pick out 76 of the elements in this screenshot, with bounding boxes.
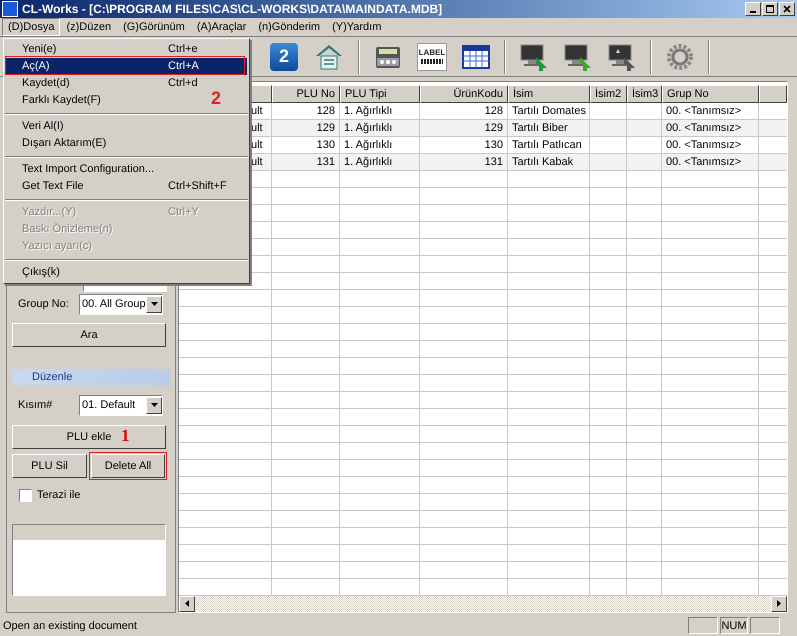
menu-entry[interactable]: Yeni(e) Ctrl+e <box>6 41 247 58</box>
table-cell-text: Tartılı Biber <box>512 120 568 136</box>
status-panel <box>688 617 718 634</box>
menu-entry[interactable]: Get Text File Ctrl+Shift+F <box>6 178 247 195</box>
menu-item[interactable]: (z)Düzen <box>60 18 118 36</box>
table-cell-text: 128 <box>316 104 335 119</box>
table-cell-text: 129 <box>484 120 503 136</box>
label-icon[interactable]: LABEL <box>417 42 447 71</box>
column-header[interactable]: ÜrünKodu <box>420 84 508 103</box>
column-header[interactable]: PLU Tipi <box>340 84 420 103</box>
menu-item[interactable]: (n)Gönderim <box>252 18 326 36</box>
section-select[interactable]: 01. Default <box>79 394 163 416</box>
menu-entry[interactable]: Aç(A) Ctrl+A <box>6 58 247 75</box>
table-cell-text: Tartılı Kabak <box>512 154 574 170</box>
section-header: Düzenle <box>12 368 170 385</box>
maximize-button[interactable] <box>762 2 778 16</box>
menu-entry[interactable]: Dışarı Aktarım(E) <box>6 135 176 152</box>
checkbox-label: Terazi ile <box>37 488 80 503</box>
table-cell-text: 00. <Tanımsız> <box>666 138 742 153</box>
delete-all-button[interactable]: Delete All <box>91 454 165 478</box>
table-cell-text: 00. <Tanımsız> <box>666 154 742 170</box>
menu-item[interactable]: (A)Araçlar <box>190 18 252 36</box>
field-label: Group No: <box>17 297 70 312</box>
table-cell-text: 00. <Tanımsız> <box>666 120 742 136</box>
menu-item[interactable]: (Y)Yardım <box>326 18 388 36</box>
house-icon[interactable] <box>314 42 344 71</box>
table-cell-text: 128 <box>484 104 503 119</box>
column-header[interactable]: İsim3 <box>627 84 662 103</box>
status-indicator: NUM <box>720 617 748 634</box>
table-cell-text: 129 <box>316 120 335 136</box>
checkbox[interactable] <box>19 488 32 502</box>
column-header[interactable]: İsim2 <box>590 84 627 103</box>
table-cell-text: Tartılı Patlıcan <box>512 138 582 153</box>
search-button[interactable]: Ara <box>12 322 166 347</box>
scroll-left-icon[interactable] <box>179 596 195 612</box>
table-cell-text: 00. <Tanımsız> <box>666 104 742 119</box>
horizontal-scrollbar[interactable] <box>179 596 787 612</box>
monitor-icon[interactable] <box>519 42 549 71</box>
close-icon <box>783 5 791 14</box>
status-text: Open an existing document <box>3 618 138 634</box>
table-cell-text: 1. Ağırlıklı <box>344 154 392 170</box>
menu-entry[interactable]: Veri Al(I) <box>6 118 176 135</box>
table-cell-text: 131 <box>484 154 503 170</box>
delete-button[interactable]: PLU Sil <box>12 454 87 478</box>
column-header[interactable]: PLU No <box>272 84 340 103</box>
maximize-icon <box>766 5 774 14</box>
field-label: Kısım# <box>17 398 54 414</box>
menu-entry[interactable]: Farklı Kaydet(F) <box>6 92 176 109</box>
column-header[interactable]: Grup No <box>662 84 759 103</box>
menu-entry[interactable]: Text Import Configuration... <box>6 161 176 178</box>
table-cell-text: 1. Ağırlıklı <box>344 138 392 153</box>
status-panel <box>750 617 780 634</box>
monitor-icon[interactable] <box>563 42 593 71</box>
group-select[interactable]: 00. All Group <box>79 294 163 315</box>
table-cell-text: 130 <box>484 138 503 153</box>
table-cell-text: Tartılı Domates <box>512 104 586 119</box>
menu-entry[interactable]: Çıkış(k) <box>6 264 176 281</box>
gear-icon[interactable] <box>666 42 694 71</box>
grid-icon[interactable] <box>462 44 490 69</box>
minimize-button[interactable] <box>745 2 761 16</box>
column-header[interactable]: İsim <box>508 84 590 103</box>
menu-item[interactable]: (D)Dosya <box>2 18 60 36</box>
close-button[interactable] <box>779 2 795 16</box>
scroll-right-icon[interactable] <box>771 596 787 612</box>
menu-item[interactable]: (G)Görünüm <box>117 18 191 36</box>
add-button[interactable]: PLU ekle 1 <box>12 424 166 449</box>
annotation-number: 1 <box>121 426 130 446</box>
window-title: CL-Works - [C:\PROGRAM FILES\CAS\CL-WORKS\DATA\MAINDATA.MDB] <box>22 1 442 18</box>
table-cell-text: 1. Ağırlıklı <box>344 104 392 119</box>
number-icon[interactable]: 2 <box>270 42 298 71</box>
app-icon <box>2 1 18 18</box>
table-cell-text: 131 <box>316 154 335 170</box>
table-cell-text: 130 <box>316 138 335 153</box>
monitor-icon[interactable] <box>607 42 637 71</box>
table-cell-text: 1. Ağırlıklı <box>344 120 392 136</box>
column-header[interactable] <box>759 84 787 103</box>
